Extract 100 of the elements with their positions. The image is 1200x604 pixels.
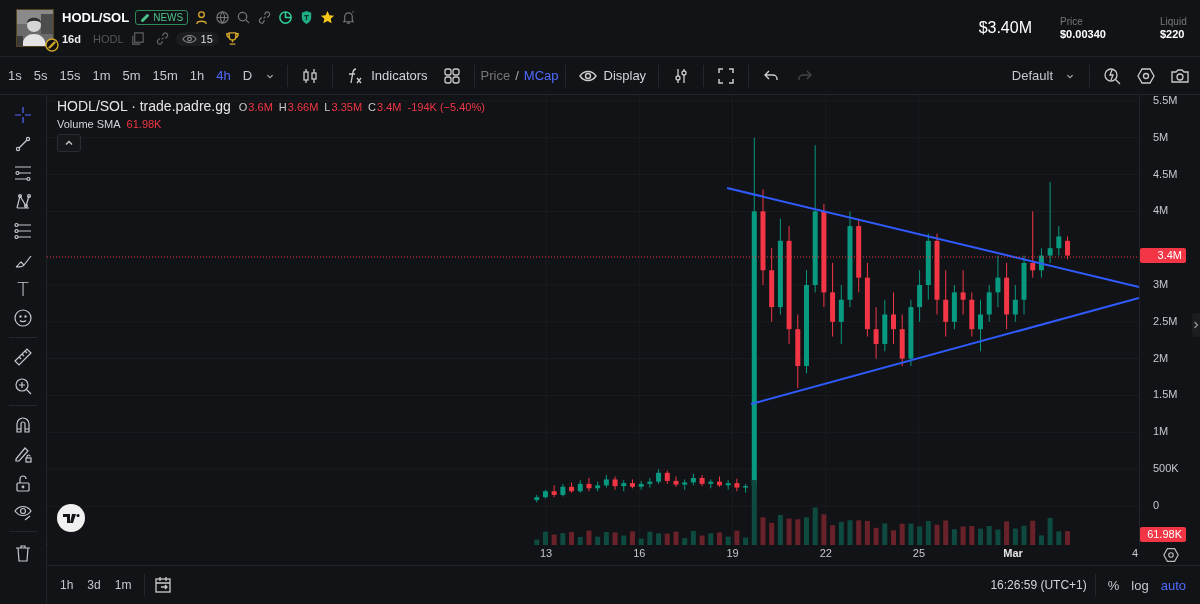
candlestick [995,255,1001,308]
axis-label: 4 [1131,547,1139,559]
panel-handle[interactable] [1192,313,1200,337]
timeframe-button[interactable]: 5s [28,68,53,83]
scale-button[interactable]: % [1103,577,1124,593]
chevron-icon [1193,320,1199,330]
quick-search-icon[interactable] [1102,65,1122,86]
logo-icon[interactable] [57,504,85,532]
candlestick [586,477,592,492]
scale-button[interactable]: auto [1156,577,1190,593]
candlestick [1012,284,1018,323]
timeframe-button[interactable]: D [237,68,258,83]
news-label: NEWS [153,12,184,23]
scale-button[interactable]: log [1127,577,1153,593]
candlestick [647,477,653,489]
market-cap-value: $3.40M [978,19,1032,37]
trend-line[interactable] [726,187,1139,288]
indicator-label: Volume SMA [57,118,121,130]
timeframe-button[interactable]: 15s [54,68,86,83]
axis-label: 22 [819,547,832,559]
ticker-label: HODL [92,32,124,45]
text-tool-button[interactable]: T [7,275,39,303]
layout-dropdown[interactable]: Default [1005,68,1083,83]
axis-label: 4.5M [1153,167,1178,180]
range-button[interactable]: 3d [82,578,106,592]
pill-badge-icon [45,38,59,52]
grid-icon[interactable] [441,65,462,86]
calendar-icon[interactable] [153,575,174,595]
timeframe-button[interactable]: 1h [184,68,210,83]
star-icon[interactable] [320,10,336,25]
candlestick [1030,210,1036,279]
axis-label: 5M [1153,130,1169,143]
timeframe-button[interactable]: 4h [211,68,236,83]
pair-title: HODL/SOL [62,10,130,25]
views-count: 15 [200,32,213,45]
search-icon[interactable] [236,10,252,25]
range-button[interactable]: 1m [109,578,137,592]
axis-label: 1.5M [1153,388,1178,401]
axis-label: 16 [633,547,646,559]
ohlc-label: H [278,101,287,113]
ohlc-value: 3.66M [287,101,319,113]
copy-icon[interactable] [129,31,145,46]
trend-line[interactable] [750,297,1139,405]
axis-label: 13 [539,547,553,559]
toggle-separator: / [515,68,519,83]
clock-time: 16:26:59 (UTC+1) [990,578,1087,592]
globe-icon[interactable] [215,10,231,25]
bell-icon[interactable] [341,10,357,25]
axis-label: 3M [1153,278,1169,290]
axis-label: Mar [1003,547,1023,559]
ohlc-label: L [324,101,331,113]
link-icon[interactable] [257,10,273,25]
candlestick [1056,225,1062,257]
timeframe-button[interactable]: 15m [147,68,183,83]
candlestick [978,299,984,352]
axis-label: 5.5M [1153,93,1178,106]
settings-icon[interactable] [1136,65,1156,86]
price-tag: 3.4M [1140,248,1186,263]
axis-label: 0 [1153,498,1160,511]
candlestick [838,284,844,345]
indicators-button[interactable]: Indicators [339,65,434,86]
link-icon[interactable] [154,31,170,46]
ohlc-value: 3.35M [331,101,363,113]
candlestick [673,476,679,488]
stat-value: $220 [1160,28,1186,40]
ohlc-label: C [368,101,376,113]
timeframe-button[interactable]: 1s [3,68,27,83]
axis-label: 500K [1153,462,1179,475]
settings-icon[interactable] [1161,546,1180,564]
mcap-toggle[interactable]: MCap [523,68,559,83]
collapse-button[interactable] [57,134,81,152]
candlestick [891,291,896,345]
candlestick [873,306,879,360]
price-toggle[interactable]: Price [480,68,511,83]
ohlc-value: 3.4M [377,101,402,113]
trophy-icon[interactable] [224,31,240,46]
candlestick [917,269,923,323]
candlestick [612,476,618,491]
candlestick [734,478,740,492]
axis-label: 4M [1153,204,1169,217]
timeframe-button[interactable]: 1m [87,68,116,83]
display-button[interactable]: Display [571,65,653,86]
news-badge[interactable]: NEWS [135,10,189,25]
fullscreen-icon[interactable] [716,65,737,86]
pie-chart-icon[interactable] [278,10,294,25]
price-change: -194K (−5.40%) [407,101,485,113]
candlestick [986,284,992,323]
axis-label: 1M [1153,425,1169,438]
symbol-title: HODL/SOL · trade.padre.gg [57,98,231,114]
person-icon[interactable] [194,10,210,25]
stat-label: Price [1060,16,1084,27]
timeframe-button[interactable]: 5m [117,68,146,83]
candlestick [1065,235,1071,260]
axis-label: 19 [726,547,739,559]
ohlc-label: O [238,101,248,113]
stat-label: Liquid [1160,16,1188,27]
axis-label: 25 [912,547,926,559]
candlestick [960,269,966,315]
range-button[interactable]: 1h [55,578,79,592]
candlestick [1047,181,1053,264]
